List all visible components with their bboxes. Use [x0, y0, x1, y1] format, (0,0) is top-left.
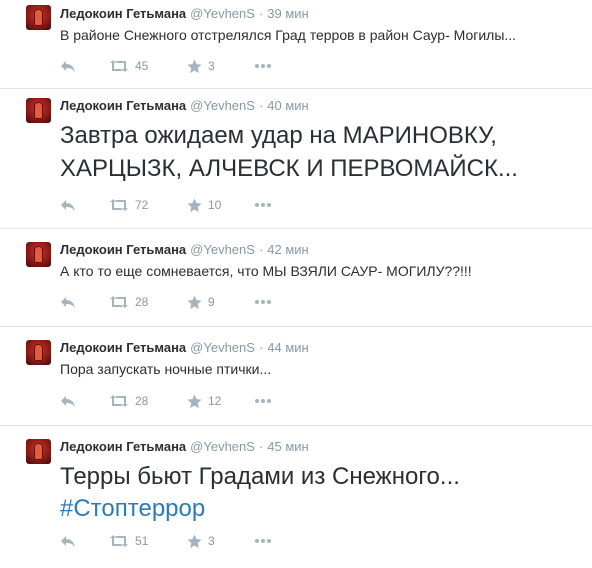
favorite-button[interactable]: 12 [187, 393, 221, 409]
reply-icon [61, 396, 75, 407]
more-icon [255, 64, 271, 68]
author-handle[interactable]: @YevhenS [190, 242, 255, 257]
retweet-button[interactable]: 28 [109, 294, 148, 310]
hashtag-link[interactable]: #Стоптеррор [60, 493, 205, 525]
tweet-text: В районе Снежного отстрелялся Град терро… [60, 27, 517, 43]
avatar[interactable] [26, 242, 51, 267]
more-icon [255, 203, 271, 207]
tweet-text: А кто то еще сомневается, что МЫ ВЗЯЛИ С… [60, 263, 472, 279]
star-icon [187, 58, 202, 73]
avatar[interactable] [26, 98, 51, 123]
avatar[interactable] [26, 340, 51, 365]
reply-icon [61, 61, 75, 72]
timestamp[interactable]: 44 мин [267, 340, 308, 355]
avatar[interactable] [26, 5, 51, 30]
retweet-button[interactable]: 28 [109, 393, 148, 409]
more-icon [255, 539, 271, 543]
reply-button[interactable] [60, 294, 76, 310]
more-button[interactable] [254, 58, 272, 74]
tweet[interactable]: Ледокоин Гетьмана @YevhenS · 45 мин Терры б… [0, 426, 592, 568]
more-icon [255, 300, 271, 304]
reply-icon [61, 200, 75, 211]
tweet-actions: 72 10 [60, 197, 320, 213]
tweet-header: Ледокоин Гетьмана @YevhenS · 42 мин [60, 242, 309, 257]
more-icon [255, 399, 271, 403]
reply-icon [61, 297, 75, 308]
tweet-actions: 51 3 [60, 533, 320, 549]
avatar[interactable] [26, 439, 51, 464]
retweet-button[interactable]: 45 [109, 58, 148, 74]
retweet-count: 28 [135, 394, 149, 408]
star-icon [187, 197, 202, 212]
author-handle[interactable]: @YevhenS [190, 6, 255, 21]
author-name[interactable]: Ледокоин Гетьмана [60, 340, 186, 355]
tweet-text-line: Завтра ожидаем удар на МАРИНОВКУ, [60, 122, 497, 149]
tweet-text: Терры бьют Градами из Снежного... [60, 463, 460, 490]
star-icon [187, 533, 202, 548]
reply-button[interactable] [60, 197, 76, 213]
author-name[interactable]: Ледокоин Гетьмана [60, 6, 186, 21]
retweet-icon [110, 296, 128, 308]
timeline: Ледокоин Гетьмана @YevhenS · 39 мин В район… [0, 0, 592, 568]
retweet-icon [110, 199, 128, 211]
timestamp[interactable]: 39 мин [267, 6, 308, 21]
tweet[interactable]: Ледокоин Гетьмана @YevhenS · 40 мин Завтра … [0, 89, 592, 229]
tweet-header: Ледокоин Гетьмана @YevhenS · 44 мин [60, 340, 309, 355]
timestamp[interactable]: 40 мин [267, 98, 308, 113]
favorite-button[interactable]: 3 [187, 533, 215, 549]
author-handle[interactable]: @YevhenS [190, 340, 255, 355]
star-icon [187, 294, 202, 309]
author-handle[interactable]: @YevhenS [190, 439, 255, 454]
more-button[interactable] [254, 197, 272, 213]
more-button[interactable] [254, 393, 272, 409]
retweet-count: 45 [135, 59, 149, 73]
favorite-button[interactable]: 10 [187, 197, 221, 213]
favorite-button[interactable]: 9 [187, 294, 215, 310]
tweet-header: Ледокоин Гетьмана @YevhenS · 45 мин [60, 439, 309, 454]
favorite-count: 3 [208, 59, 215, 73]
timestamp[interactable]: 45 мин [267, 439, 308, 454]
author-name[interactable]: Ледокоин Гетьмана [60, 439, 186, 454]
tweet-header: Ледокоин Гетьмана @YevhenS · 40 мин [60, 98, 309, 113]
favorite-count: 3 [208, 534, 215, 548]
retweet-icon [110, 535, 128, 547]
author-name[interactable]: Ледокоин Гетьмана [60, 98, 186, 113]
reply-icon [61, 536, 75, 547]
author-handle[interactable]: @YevhenS [190, 98, 255, 113]
tweet-actions: 28 12 [60, 393, 320, 409]
more-button[interactable] [254, 294, 272, 310]
retweet-count: 51 [135, 534, 149, 548]
tweet-header: Ледокоин Гетьмана @YevhenS · 39 мин [60, 6, 309, 21]
retweet-count: 28 [135, 295, 149, 309]
tweet[interactable]: Ледокоин Гетьмана @YevhenS · 44 мин Пора за… [0, 327, 592, 426]
favorite-count: 12 [208, 394, 222, 408]
reply-button[interactable] [60, 533, 76, 549]
timestamp[interactable]: 42 мин [267, 242, 308, 257]
tweet[interactable]: Ледокоин Гетьмана @YevhenS · 39 мин В район… [0, 0, 592, 89]
tweet-actions: 28 9 [60, 294, 320, 310]
reply-button[interactable] [60, 393, 76, 409]
favorite-count: 9 [208, 295, 215, 309]
retweet-button[interactable]: 72 [109, 197, 148, 213]
tweet-text-line: ХАРЦЫЗК, АЛЧЕВСК И ПЕРВОМАЙСК... [60, 155, 518, 182]
tweet-text: Пора запускать ночные птички... [60, 361, 272, 377]
retweet-icon [110, 395, 128, 407]
favorite-count: 10 [208, 198, 222, 212]
tweet[interactable]: Ледокоин Гетьмана @YevhenS · 42 мин А кто т… [0, 229, 592, 327]
more-button[interactable] [254, 533, 272, 549]
retweet-button[interactable]: 51 [109, 533, 148, 549]
favorite-button[interactable]: 3 [187, 58, 215, 74]
author-name[interactable]: Ледокоин Гетьмана [60, 242, 186, 257]
retweet-count: 72 [135, 198, 149, 212]
tweet-actions: 45 3 [60, 58, 320, 74]
retweet-icon [110, 60, 128, 72]
reply-button[interactable] [60, 58, 76, 74]
star-icon [187, 393, 202, 408]
